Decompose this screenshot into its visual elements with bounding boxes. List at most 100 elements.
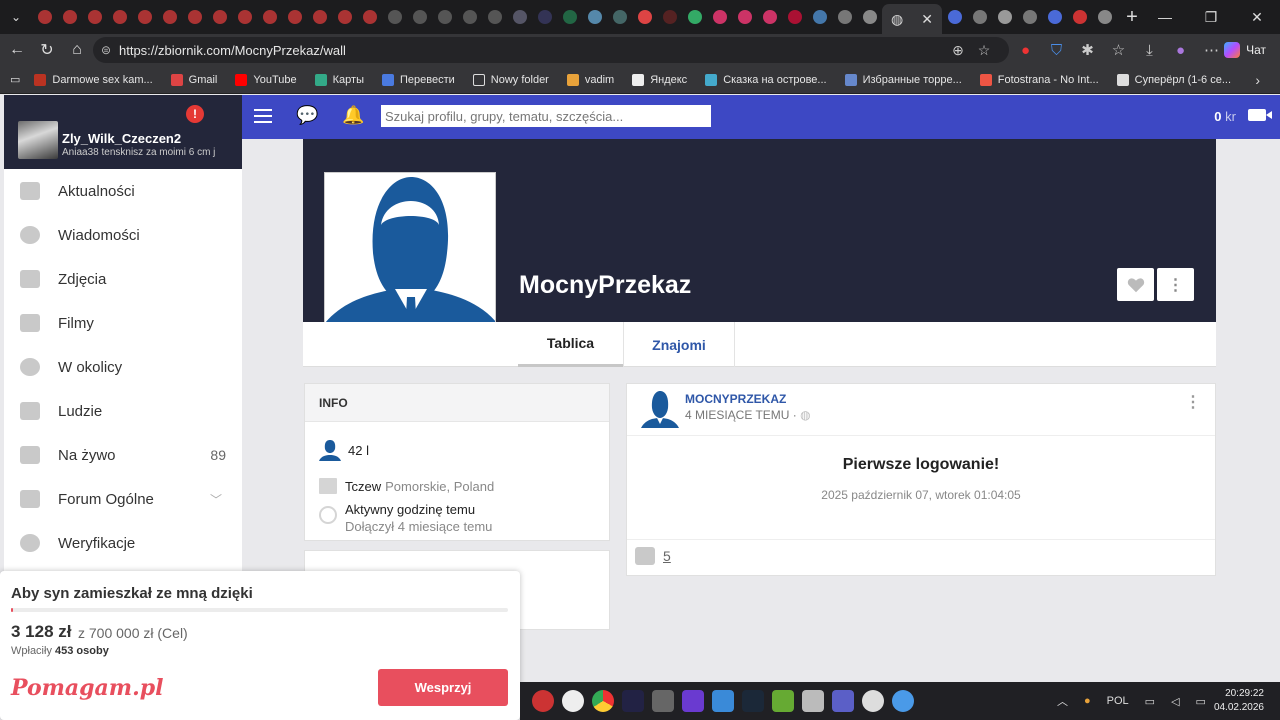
tab-favicon[interactable] xyxy=(732,4,757,30)
sidebar-item-w-okolicy[interactable]: W okolicy xyxy=(4,345,242,389)
tab-favicon[interactable] xyxy=(407,4,432,30)
shield-icon[interactable]: ⛉ xyxy=(1041,34,1072,66)
app-icon[interactable] xyxy=(622,690,644,712)
avatar[interactable] xyxy=(18,121,58,159)
network-icon[interactable]: ▭ xyxy=(1145,695,1155,708)
extensions-icon[interactable]: ✱ xyxy=(1072,34,1103,66)
credits-balance[interactable]: 0 kr xyxy=(1214,109,1236,124)
tab-favicon[interactable] xyxy=(607,4,632,30)
pomagam-logo[interactable]: Pomagam.pl xyxy=(11,675,163,701)
steam-icon[interactable] xyxy=(742,690,764,712)
tab-favicon[interactable] xyxy=(282,4,307,30)
camera-icon[interactable] xyxy=(1248,109,1272,121)
tab-list-chevron-icon[interactable]: ⌄ xyxy=(0,0,32,34)
sidebar-user[interactable]: Zly_Wilk_Czeczen2 Aniaa38 tensknisz za m… xyxy=(4,95,242,169)
app-icon[interactable] xyxy=(532,690,554,712)
close-window-icon[interactable]: ✕ xyxy=(1234,0,1280,34)
site-info-icon[interactable]: ⊜ xyxy=(93,43,119,57)
tab-favicon[interactable] xyxy=(182,4,207,30)
tab-favicon[interactable] xyxy=(457,4,482,30)
download-icon[interactable]: ⤓ xyxy=(1134,34,1165,66)
sidebar-item-wiadomosci[interactable]: Wiadomości xyxy=(4,213,242,257)
sidebar-item-aktualnosci[interactable]: Aktualności xyxy=(4,169,242,213)
tab-favicon[interactable] xyxy=(1067,4,1092,30)
tab-favicon[interactable] xyxy=(1042,4,1067,30)
like-count[interactable]: 5 xyxy=(663,548,671,564)
url-text[interactable]: https://zbiornik.com/MocnyPrzekaz/wall xyxy=(119,43,346,58)
tab-favicon[interactable] xyxy=(582,4,607,30)
back-arrow-icon[interactable]: ← xyxy=(2,35,32,65)
app-icon[interactable] xyxy=(682,690,704,712)
post-avatar[interactable] xyxy=(641,390,679,428)
tab-favicon[interactable] xyxy=(307,4,332,30)
extension-red-icon[interactable]: ● xyxy=(1010,34,1041,66)
app-icon[interactable] xyxy=(802,690,824,712)
app-icon[interactable] xyxy=(772,690,794,712)
battery-icon[interactable]: ▭ xyxy=(1196,695,1206,708)
tray-overflow-icon[interactable]: ︿ xyxy=(1057,693,1068,709)
hamburger-menu-icon[interactable] xyxy=(254,106,274,126)
tab-favicon[interactable] xyxy=(232,4,257,30)
bookmark-item[interactable]: vadim xyxy=(566,73,614,86)
tab-favicon[interactable] xyxy=(657,4,682,30)
tab-favicon[interactable] xyxy=(632,4,657,30)
bookmark-item[interactable]: Избранные торре... xyxy=(844,73,962,86)
bookmark-item[interactable]: Сказка на острове... xyxy=(705,73,827,86)
bookmark-item[interactable]: Суперёрл (1-6 се... xyxy=(1116,73,1231,86)
tab-favicon[interactable] xyxy=(357,4,382,30)
bookmark-item[interactable]: Darmowe sex kam... xyxy=(34,73,153,86)
tab-favicon[interactable] xyxy=(532,4,557,30)
microphone-icon[interactable]: ● xyxy=(1084,695,1091,707)
tab-tablica[interactable]: Tablica xyxy=(518,322,623,367)
bookmark-tab-icon[interactable]: ▭ xyxy=(10,73,20,86)
profile-more-button[interactable]: ⋮ xyxy=(1157,268,1194,301)
bookmark-item[interactable]: Gmail xyxy=(170,73,217,86)
profile-avatar[interactable]: ● xyxy=(1165,34,1196,66)
tab-favicon[interactable] xyxy=(207,4,232,30)
alert-badge[interactable]: ! xyxy=(186,105,204,123)
tab-favicon[interactable] xyxy=(257,4,282,30)
teams-icon[interactable] xyxy=(832,690,854,712)
sidebar-item-ludzie[interactable]: Ludzie xyxy=(4,389,242,433)
close-tab-icon[interactable]: ✕ xyxy=(921,11,933,28)
tab-favicon[interactable] xyxy=(682,4,707,30)
tab-favicon[interactable] xyxy=(57,4,82,30)
tab-favicon[interactable] xyxy=(942,4,967,30)
favorites-icon[interactable]: ☆ xyxy=(1103,34,1134,66)
bookmark-item[interactable]: Яндекс xyxy=(632,73,687,86)
maximize-icon[interactable]: ❐ xyxy=(1188,0,1234,34)
copilot-chat-button[interactable]: Чат xyxy=(1218,38,1274,62)
chat-bubbles-icon[interactable]: 💬 xyxy=(296,105,318,126)
tab-znajomi[interactable]: Znajomi xyxy=(623,322,735,367)
bookmark-item[interactable]: Перевести xyxy=(381,73,455,86)
active-tab[interactable]: ◍ ✕ xyxy=(882,4,942,34)
sidebar-item-weryfikacje[interactable]: Weryfikacje xyxy=(4,521,242,565)
post-more-icon[interactable]: ⋮ xyxy=(1185,392,1201,412)
tab-favicon[interactable] xyxy=(1017,4,1042,30)
post-author[interactable]: MOCNYPRZEKAZ xyxy=(685,392,786,406)
tab-favicon[interactable] xyxy=(332,4,357,30)
bell-icon[interactable]: 🔔 xyxy=(342,105,364,126)
bookmark-item[interactable]: Карты xyxy=(314,73,364,86)
app-icon[interactable] xyxy=(862,690,884,712)
tab-favicon[interactable] xyxy=(382,4,407,30)
app-icon[interactable] xyxy=(892,690,914,712)
tab-favicon[interactable] xyxy=(992,4,1017,30)
bookmark-item[interactable]: Nowy folder xyxy=(472,73,549,86)
tab-favicon[interactable] xyxy=(832,4,857,30)
pomagam-widget[interactable]: Aby syn zamieszkał ze mną dzięki 3 128 z… xyxy=(0,571,520,720)
support-button[interactable]: Wesprzyj xyxy=(378,669,508,706)
url-field[interactable]: ⊜ https://zbiornik.com/MocnyPrzekaz/wall… xyxy=(93,37,1009,63)
like-button[interactable]: 5 xyxy=(635,547,671,565)
minimize-icon[interactable]: — xyxy=(1142,0,1188,34)
tab-favicon[interactable] xyxy=(1092,4,1117,30)
sidebar-item-na-zywo[interactable]: Na żywo 89 xyxy=(4,433,242,477)
chevron-down-icon[interactable]: ﹀ xyxy=(210,491,222,508)
tab-favicon[interactable] xyxy=(32,4,57,30)
tab-favicon[interactable] xyxy=(757,4,782,30)
sidebar-item-forum-ogolne[interactable]: Forum Ogólne ﹀ xyxy=(4,477,242,521)
star-icon[interactable]: ☆ xyxy=(971,42,997,59)
favorite-button[interactable] xyxy=(1117,268,1154,301)
tab-favicon[interactable] xyxy=(557,4,582,30)
app-icon[interactable] xyxy=(712,690,734,712)
